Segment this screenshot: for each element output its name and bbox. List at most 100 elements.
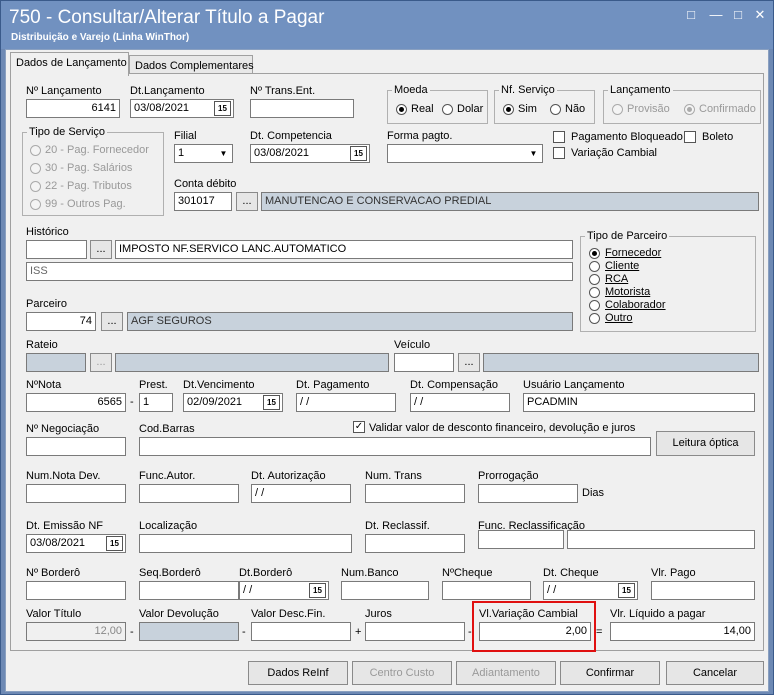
valor-desc-fin-input[interactable] (251, 622, 351, 641)
n-bordero-label: Nº Borderô (26, 567, 81, 579)
n-bordero-input[interactable] (26, 581, 126, 600)
num-banco-input[interactable] (341, 581, 429, 600)
minimize-icon[interactable]: — (708, 7, 724, 23)
adiantamento-button[interactable]: Adiantamento (456, 661, 556, 685)
historico-code-input[interactable] (26, 240, 87, 259)
cancelar-button[interactable]: Cancelar (666, 661, 764, 685)
valor-titulo-input[interactable]: 12,00 (26, 622, 126, 641)
variacao-cambial-checkbox[interactable] (553, 147, 565, 159)
prorrogacao-input[interactable] (478, 484, 578, 503)
chevron-down-icon[interactable]: ▼ (526, 146, 541, 161)
dt-autorizacao-input[interactable]: / / (251, 484, 351, 503)
prest-input[interactable]: 1 (139, 393, 173, 412)
tipo-servico-22-label: 22 - Pag. Tributos (45, 180, 132, 192)
boleto-checkbox[interactable] (684, 131, 696, 143)
num-nota-dev-input[interactable] (26, 484, 126, 503)
calendar-icon[interactable]: 15 (309, 583, 326, 598)
dt-competencia-label: Dt. Competencia (250, 130, 332, 142)
num-trans-input[interactable] (365, 484, 465, 503)
vlr-liquido-input[interactable]: 14,00 (610, 622, 755, 641)
parceiro-cliente-radio[interactable] (589, 261, 600, 272)
n-trans-ent-input[interactable] (250, 99, 354, 118)
conta-debito-input[interactable]: 301017 (174, 192, 232, 211)
dados-reinf-button[interactable]: Dados ReInf (248, 661, 348, 685)
historico-description-input[interactable]: IMPOSTO NF.SERVICO LANC.AUTOMATICO (115, 240, 573, 259)
forma-pagto-select[interactable]: ▼ (387, 144, 543, 163)
provisao-radio[interactable] (612, 104, 623, 115)
usuario-lancamento-input[interactable]: PCADMIN (523, 393, 755, 412)
parceiro-rca-radio[interactable] (589, 274, 600, 285)
parceiro-motorista-radio[interactable] (589, 287, 600, 298)
parceiro-outro-radio[interactable] (589, 313, 600, 324)
filial-select[interactable]: 1 ▼ (174, 144, 233, 163)
dt-emissao-nf-input[interactable]: 03/08/2021 15 (26, 534, 126, 553)
n-lancamento-input[interactable]: 6141 (26, 99, 120, 118)
restore-icon[interactable]: □ (683, 7, 699, 23)
dt-compensacao-input[interactable]: / / (410, 393, 510, 412)
calendar-icon[interactable]: 15 (618, 583, 635, 598)
rateio-search-button[interactable]: ... (90, 353, 112, 372)
tipo-servico-22-radio[interactable] (30, 181, 41, 192)
calendar-icon[interactable]: 15 (350, 146, 367, 161)
n-cheque-input[interactable] (442, 581, 531, 600)
plus-separator: + (355, 626, 362, 638)
localizacao-input[interactable] (139, 534, 352, 553)
confirmado-radio[interactable] (684, 104, 695, 115)
calendar-icon[interactable]: 15 (106, 536, 123, 551)
moeda-real-radio[interactable] (396, 104, 407, 115)
conta-debito-search-button[interactable]: ... (236, 192, 258, 211)
dt-bordero-input[interactable]: / /15 (239, 581, 329, 600)
func-reclassificacao-name[interactable] (567, 530, 755, 549)
historico-complement-input[interactable]: ISS (26, 262, 573, 281)
calendar-icon[interactable]: 15 (263, 395, 280, 410)
valor-devolucao-label: Valor Devolução (139, 608, 219, 620)
historico-search-button[interactable]: ... (90, 240, 112, 259)
moeda-dolar-radio[interactable] (442, 104, 453, 115)
dt-vencimento-input[interactable]: 02/09/2021 15 (183, 393, 283, 412)
chevron-down-icon[interactable]: ▼ (216, 146, 231, 161)
dt-cheque-input[interactable]: / /15 (543, 581, 638, 600)
nf-sim-radio[interactable] (503, 104, 514, 115)
parceiro-search-button[interactable]: ... (101, 312, 123, 331)
n-nota-input[interactable]: 6565 (26, 393, 126, 412)
parceiro-fornecedor-radio[interactable] (589, 248, 600, 259)
leitura-optica-button[interactable]: Leitura óptica (656, 431, 755, 456)
parceiro-input[interactable]: 74 (26, 312, 96, 331)
confirmar-button[interactable]: Confirmar (560, 661, 660, 685)
parceiro-colaborador-radio[interactable] (589, 300, 600, 311)
dt-lancamento-input[interactable]: 03/08/2021 15 (130, 99, 234, 118)
vl-pago-input[interactable] (651, 581, 755, 600)
maximize-icon[interactable]: □ (730, 7, 746, 23)
tipo-servico-30-radio[interactable] (30, 163, 41, 174)
tipo-servico-30-label: 30 - Pag. Salários (45, 162, 133, 174)
n-negociacao-input[interactable] (26, 437, 126, 456)
provisao-label: Provisão (627, 103, 670, 115)
validar-desconto-checkbox[interactable]: ✓ (353, 421, 365, 433)
veiculo-search-button[interactable]: ... (458, 353, 480, 372)
dt-pagamento-input[interactable]: / / (296, 393, 396, 412)
juros-input[interactable] (365, 622, 465, 641)
cod-barras-input[interactable] (139, 437, 651, 456)
usuario-lancamento-label: Usuário Lançamento (523, 379, 625, 391)
dt-reclassif-input[interactable] (365, 534, 465, 553)
lancamento-title: Lançamento (608, 84, 673, 96)
seq-bordero-input[interactable] (139, 581, 239, 600)
moeda-real-label: Real (411, 103, 434, 115)
parceiro-cliente-label: Cliente (605, 260, 640, 272)
func-reclassificacao-code[interactable] (478, 530, 564, 549)
calendar-icon[interactable]: 15 (214, 101, 231, 116)
tipo-servico-99-radio[interactable] (30, 199, 41, 210)
moeda-dolar-label: Dolar (457, 103, 484, 115)
func-autor-input[interactable] (139, 484, 239, 503)
tipo-parceiro-group: Tipo de Parceiro Fornecedor Cliente RCA … (580, 230, 756, 332)
tipo-servico-20-radio[interactable] (30, 145, 41, 156)
dt-pagamento-label: Dt. Pagamento (296, 379, 370, 391)
tab-dados-lancamento[interactable]: Dados de Lançamento (10, 52, 129, 76)
dt-competencia-input[interactable]: 03/08/2021 15 (250, 144, 370, 163)
close-icon[interactable]: ✕ (752, 7, 768, 23)
veiculo-input[interactable] (394, 353, 454, 372)
centro-custo-button[interactable]: Centro Custo (352, 661, 452, 685)
nf-nao-radio[interactable] (550, 104, 561, 115)
tipo-servico-group: Tipo de Serviço 20 - Pag. Fornecedor 30 … (22, 126, 164, 216)
pagamento-bloqueado-checkbox[interactable] (553, 131, 565, 143)
